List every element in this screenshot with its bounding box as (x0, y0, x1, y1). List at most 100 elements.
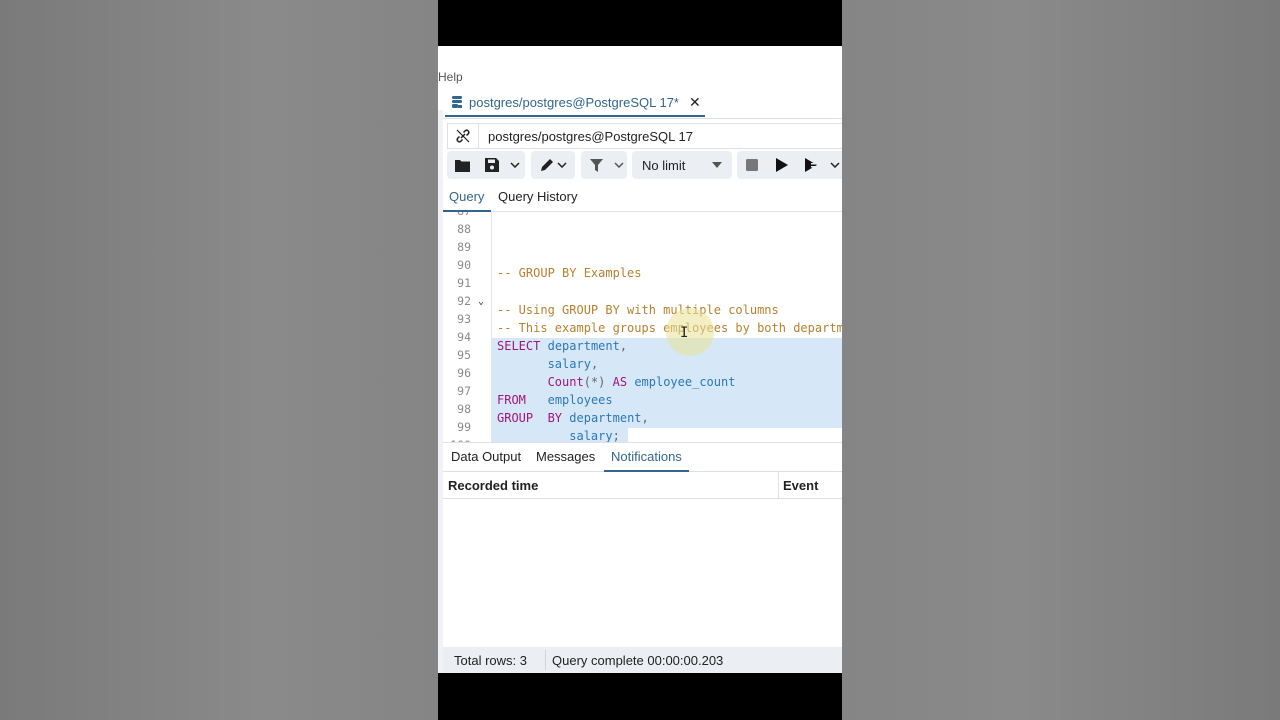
line-gutter: 87 88 89 90 91 92 ⌄ 93 94 95 96 97 98 99… (443, 212, 492, 442)
row-limit-value: No limit (642, 157, 686, 173)
query-status: Query complete 00:00:00.203 (552, 652, 724, 668)
punctuation: , (641, 411, 649, 425)
punctuation: , (590, 357, 599, 371)
line-number: 92 (457, 294, 471, 308)
execute-button[interactable] (767, 151, 797, 179)
stop-button[interactable] (737, 151, 767, 179)
text-cursor-icon: I (680, 325, 689, 341)
identifier: salary (569, 429, 613, 442)
query-tab[interactable]: postgres/postgres@PostgreSQL 17* ✕ (445, 90, 705, 117)
video-frame: Help postgres/postgres@PostgreSQL 17* ✕ (438, 0, 842, 720)
explain-button[interactable] (797, 151, 827, 179)
blurred-background-left (0, 0, 438, 720)
execute-options-dropdown[interactable] (827, 151, 842, 179)
tab-messages[interactable]: Messages (536, 443, 595, 470)
line-number: 91 (457, 276, 471, 290)
code-line-92: SELECT department, (497, 337, 627, 355)
connection-status-icon[interactable] (448, 124, 479, 148)
folder-icon (454, 159, 470, 172)
cursor-highlight (666, 308, 714, 356)
chevron-down-icon (614, 162, 624, 168)
line-number: 93 (457, 312, 471, 326)
identifier: department (569, 411, 642, 425)
keyword: FROM (497, 393, 526, 407)
chevron-down-icon (556, 162, 567, 168)
fold-toggle-icon[interactable]: ⌄ (478, 296, 484, 307)
tab-query-history[interactable]: Query History (498, 183, 577, 210)
save-icon (485, 158, 499, 172)
line-number: 88 (457, 222, 471, 236)
explain-play-icon (805, 158, 817, 172)
line-number: 90 (457, 258, 471, 272)
line-number: 95 (457, 348, 471, 362)
query-tab-bar: postgres/postgres@PostgreSQL 17* ✕ (443, 90, 842, 119)
link-icon (456, 129, 470, 143)
line-number: 94 (457, 330, 471, 344)
column-header-recorded-time[interactable]: Recorded time (448, 472, 538, 498)
blurred-background-right (842, 0, 1280, 720)
save-options-dropdown[interactable] (507, 151, 523, 179)
tab-notifications[interactable]: Notifications (604, 443, 689, 472)
stop-icon (746, 159, 758, 171)
keyword: GROUP (497, 411, 534, 425)
keyword: AS (612, 375, 628, 389)
editor-tabs: Query Query History (443, 183, 842, 212)
edit-group (531, 151, 575, 179)
filter-group (581, 151, 627, 179)
line-number: 96 (457, 366, 471, 380)
menu-help[interactable]: Help (438, 70, 463, 84)
comment: -- GROUP BY Examples (497, 266, 642, 280)
line-number: 97 (457, 384, 471, 398)
pencil-icon (540, 159, 553, 171)
line-number: 99 (457, 420, 471, 434)
filter-icon (589, 158, 603, 172)
results-tabs: Data Output Messages Notifications (443, 442, 842, 472)
punctuation: (*) (583, 375, 606, 389)
tab-data-output[interactable]: Data Output (451, 443, 521, 470)
file-group (447, 151, 525, 179)
line-number: 98 (457, 402, 471, 416)
code-line-95: FROM employees (497, 391, 613, 409)
total-rows: Total rows: 3 (454, 652, 527, 668)
code-line-97: salary; (497, 427, 620, 442)
database-icon (452, 96, 462, 108)
row-limit-select[interactable]: No limit (632, 151, 732, 179)
line-number: 89 (457, 240, 471, 254)
query-toolbar: No limit (447, 151, 842, 179)
column-divider[interactable] (778, 472, 779, 498)
identifier: employee_count (634, 375, 736, 389)
filter-options-dropdown[interactable] (611, 151, 627, 179)
execute-group (737, 151, 842, 179)
connection-bar: postgres/postgres@PostgreSQL 17 (447, 123, 842, 149)
sql-editor[interactable]: 87 88 89 90 91 92 ⌄ 93 94 95 96 97 98 99… (443, 212, 842, 442)
code-line-88: -- GROUP BY Examples (497, 264, 642, 282)
identifier: department (547, 339, 620, 353)
keyword: SELECT (497, 339, 541, 353)
chevron-down-icon (830, 162, 840, 168)
play-icon (776, 158, 788, 172)
code-line-90: -- Using GROUP BY with multiple columns (497, 301, 779, 319)
edit-button[interactable] (531, 151, 575, 179)
query-tab-label: postgres/postgres@PostgreSQL 17* (469, 95, 679, 110)
code-line-96: GROUP BY department, (497, 409, 649, 427)
code-line-94: Count(*) AS employee_count (497, 373, 736, 391)
punctuation: ; (612, 429, 620, 442)
column-header-event[interactable]: Event (783, 472, 818, 498)
caret-down-icon (712, 162, 722, 168)
identifier: employees (547, 393, 613, 407)
connection-label[interactable]: postgres/postgres@PostgreSQL 17 (479, 129, 693, 144)
filter-button[interactable] (581, 151, 611, 179)
notifications-grid-header: Recorded time Event (443, 472, 842, 499)
pgadmin-window: Help postgres/postgres@PostgreSQL 17* ✕ (438, 46, 842, 673)
identifier: salary (547, 357, 591, 371)
open-file-button[interactable] (447, 151, 477, 179)
status-bar: Total rows: 3 Query complete 00:00:00.20… (443, 647, 842, 673)
code-line-93: salary, (497, 355, 599, 373)
punctuation: , (619, 339, 628, 353)
close-tab-icon[interactable]: ✕ (689, 94, 701, 111)
status-divider (545, 650, 546, 670)
tab-query[interactable]: Query (443, 183, 492, 212)
keyword: BY (547, 411, 563, 425)
chevron-down-icon (510, 162, 520, 168)
save-file-button[interactable] (477, 151, 507, 179)
